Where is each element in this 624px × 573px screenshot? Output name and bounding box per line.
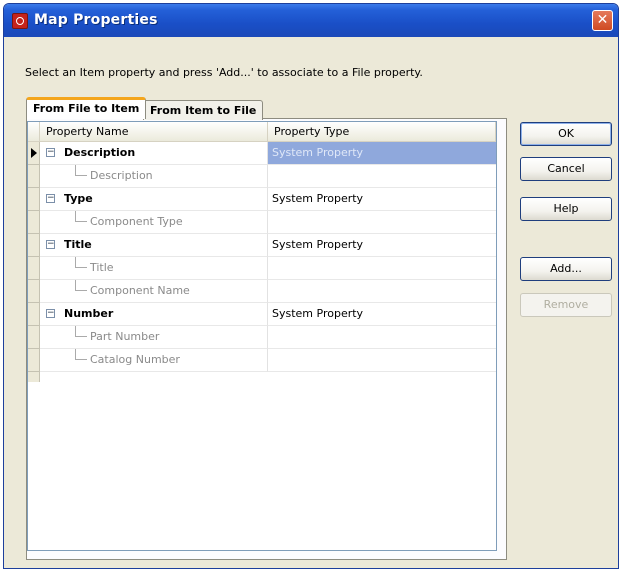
collapse-icon[interactable]: − (46, 148, 55, 157)
grid-row-child[interactable]: Description (28, 165, 496, 188)
property-name-cell[interactable]: Component Name (40, 280, 268, 303)
grid-row-child[interactable]: Component Name (28, 280, 496, 303)
property-name-cell[interactable]: Component Type (40, 211, 268, 234)
collapse-icon[interactable]: − (46, 240, 55, 249)
header-corner (28, 122, 40, 141)
property-type-cell[interactable] (268, 349, 496, 372)
row-header-cell[interactable] (28, 234, 40, 257)
property-name-label: Component Name (90, 284, 190, 297)
property-type-cell[interactable] (268, 211, 496, 234)
cancel-button[interactable]: Cancel (520, 157, 612, 181)
row-header-cell[interactable] (28, 142, 40, 165)
row-header-cell[interactable] (28, 165, 40, 188)
property-type-cell[interactable] (268, 257, 496, 280)
help-button[interactable]: Help (520, 197, 612, 221)
property-name-label: Catalog Number (90, 353, 180, 366)
tab-from-file-to-item[interactable]: From File to Item (26, 97, 147, 119)
property-type-cell[interactable] (268, 165, 496, 188)
property-name-cell[interactable]: Catalog Number (40, 349, 268, 372)
grid-row-child[interactable]: Title (28, 257, 496, 280)
app-icon (12, 13, 28, 29)
close-icon: ✕ (596, 12, 609, 28)
grid-header: Property Name Property Type (28, 122, 496, 142)
collapse-icon[interactable]: − (46, 309, 55, 318)
grid-row-child[interactable]: Component Type (28, 211, 496, 234)
property-name-label: Description (64, 146, 136, 159)
remove-button: Remove (520, 293, 612, 317)
property-name-label: Component Type (90, 215, 183, 228)
property-type-cell[interactable]: System Property (268, 142, 496, 165)
property-type-cell[interactable]: System Property (268, 303, 496, 326)
row-header-cell[interactable] (28, 303, 40, 326)
row-header-cell[interactable] (28, 326, 40, 349)
tree-connector-icon (75, 257, 87, 268)
property-grid: Property Name Property Type − Description… (27, 121, 497, 551)
window-title: Map Properties (34, 12, 158, 28)
title-bar[interactable]: Map Properties ✕ (4, 4, 618, 37)
row-header-cell[interactable] (28, 280, 40, 303)
tree-connector-icon (75, 280, 87, 291)
property-name-label: Number (64, 307, 114, 320)
property-name-cell[interactable]: − Title (40, 234, 268, 257)
column-header-property-name[interactable]: Property Name (40, 122, 268, 141)
property-type-cell[interactable] (268, 326, 496, 349)
close-button[interactable]: ✕ (592, 10, 613, 31)
property-name-label: Part Number (90, 330, 160, 343)
tab-from-item-to-file[interactable]: From Item to File (143, 100, 264, 120)
property-type-cell[interactable]: System Property (268, 234, 496, 257)
tree-connector-icon (75, 165, 87, 176)
grid-row-parent[interactable]: − Description System Property (28, 142, 496, 165)
instruction-text: Select an Item property and press 'Add..… (25, 66, 423, 79)
property-name-label: Description (90, 169, 153, 182)
grid-row-parent[interactable]: − Title System Property (28, 234, 496, 257)
grid-row-parent[interactable]: − Type System Property (28, 188, 496, 211)
current-row-pointer-icon (31, 148, 37, 158)
ok-button[interactable]: OK (520, 122, 612, 146)
column-header-property-type[interactable]: Property Type (268, 122, 496, 141)
property-name-cell[interactable]: Description (40, 165, 268, 188)
row-header-cell[interactable] (28, 257, 40, 280)
property-name-cell[interactable]: Title (40, 257, 268, 280)
grid-row-child[interactable]: Catalog Number (28, 349, 496, 372)
row-header-cell[interactable] (28, 188, 40, 211)
property-type-cell[interactable] (268, 280, 496, 303)
tree-connector-icon (75, 326, 87, 337)
row-header-filler (28, 372, 40, 382)
property-name-cell[interactable]: − Description (40, 142, 268, 165)
property-name-label: Title (64, 238, 92, 251)
property-name-cell[interactable]: − Number (40, 303, 268, 326)
property-name-cell[interactable]: Part Number (40, 326, 268, 349)
property-name-label: Title (90, 261, 114, 274)
tree-connector-icon (75, 211, 87, 222)
row-header-cell[interactable] (28, 349, 40, 372)
row-header-cell[interactable] (28, 211, 40, 234)
grid-row-child[interactable]: Part Number (28, 326, 496, 349)
add-button[interactable]: Add... (520, 257, 612, 281)
tree-connector-icon (75, 349, 87, 360)
grid-row-parent[interactable]: − Number System Property (28, 303, 496, 326)
property-name-cell[interactable]: − Type (40, 188, 268, 211)
collapse-icon[interactable]: − (46, 194, 55, 203)
property-type-cell[interactable]: System Property (268, 188, 496, 211)
property-name-label: Type (64, 192, 93, 205)
